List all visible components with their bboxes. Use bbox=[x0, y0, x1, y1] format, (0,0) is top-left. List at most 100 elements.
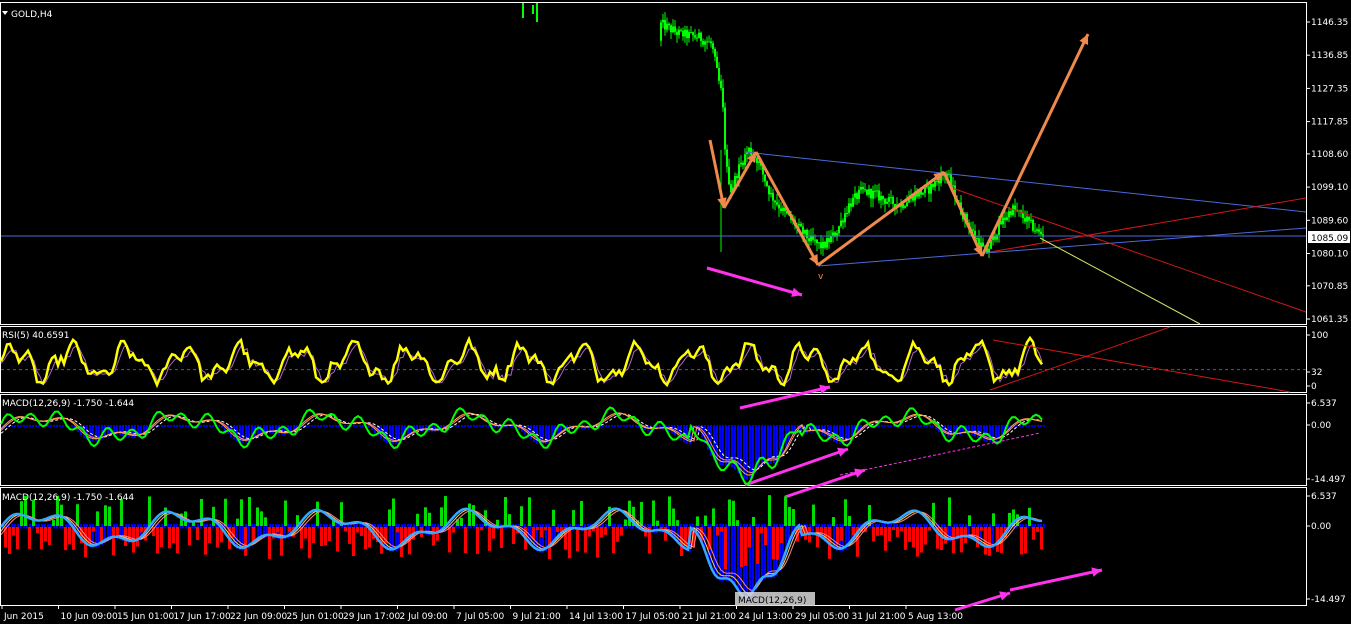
macd-hist-bar bbox=[767, 425, 769, 464]
macd2-hist-down bbox=[852, 527, 855, 536]
candle-body bbox=[764, 174, 766, 182]
time-tick-label: 17 Jun 17:00 bbox=[174, 612, 231, 622]
candle-body bbox=[952, 185, 954, 187]
rsi-title: RSI(5) 40.6591 bbox=[2, 331, 69, 341]
macd2-hist-up bbox=[520, 506, 523, 526]
candle-body bbox=[672, 26, 674, 33]
macd2-hist-up bbox=[844, 499, 847, 526]
macd-hist-bar bbox=[482, 425, 484, 427]
time-tick-label: 2 Jul 09:00 bbox=[400, 612, 449, 622]
macd-hist-bar bbox=[23, 425, 25, 427]
macd-hist-bar bbox=[950, 425, 952, 437]
candle-body bbox=[874, 190, 876, 192]
macd2-hist-down bbox=[760, 527, 763, 534]
macd-panel[interactable] bbox=[0, 406, 1045, 499]
candle-body bbox=[890, 197, 892, 199]
macd2-hist-down bbox=[320, 527, 323, 547]
time-tick-label: 9 Jul 21:00 bbox=[513, 612, 562, 622]
candle-body bbox=[1006, 217, 1008, 221]
candle-body bbox=[780, 208, 782, 212]
divergence-arrow-price bbox=[706, 266, 803, 297]
macd2-hist-down bbox=[988, 527, 991, 556]
macd-hist-bar bbox=[170, 425, 172, 427]
candle-body bbox=[860, 187, 862, 190]
macd2-hist-down bbox=[596, 527, 599, 558]
macd2-hist-down bbox=[716, 527, 719, 536]
macd2-hist-up bbox=[52, 520, 55, 526]
macd2-hist-down bbox=[820, 527, 823, 534]
candle-body bbox=[720, 80, 722, 88]
macd2-hist-down bbox=[204, 527, 207, 555]
macd2-hist-up bbox=[240, 499, 243, 526]
macd2-hist-down bbox=[604, 527, 607, 535]
macd2-hist-up bbox=[788, 506, 791, 526]
macd2-hist-down bbox=[500, 527, 503, 548]
macd-histogram-panel[interactable] bbox=[0, 495, 1103, 612]
macd-hist-bar bbox=[362, 425, 364, 427]
macd-hist-bar bbox=[947, 425, 949, 437]
candle-body bbox=[1028, 216, 1030, 221]
divergence-arrow-macd-2-line bbox=[784, 468, 866, 499]
price-panel[interactable]: v bbox=[1, 3, 1307, 325]
macd-hist-bar bbox=[743, 425, 745, 479]
macd-hist-bar bbox=[209, 425, 211, 427]
macd-hist-bar bbox=[479, 425, 481, 427]
macd2-hist-up bbox=[728, 499, 731, 526]
macd2-hist-down bbox=[396, 527, 399, 533]
macd2-hist-up bbox=[496, 519, 499, 526]
macd-hist-bar bbox=[680, 425, 682, 441]
divergence-arrow-macd2 bbox=[1009, 567, 1103, 592]
macd2-hist-down bbox=[172, 527, 175, 544]
macd2-hist-up bbox=[96, 511, 99, 526]
tooltip-text: MACD(12,26,9) bbox=[738, 596, 806, 606]
macd-hist-bar bbox=[461, 425, 463, 427]
rsi-panel[interactable] bbox=[0, 326, 1306, 410]
macd2-hist-down bbox=[140, 527, 143, 533]
macd2-hist-down bbox=[324, 527, 327, 546]
macd2-hist-down bbox=[488, 527, 491, 551]
candle-body bbox=[906, 202, 908, 207]
macd2-hist-up bbox=[736, 520, 739, 526]
candle-body bbox=[700, 32, 702, 42]
macd-hist-bar bbox=[332, 425, 334, 427]
macd2-hist-down bbox=[208, 527, 211, 544]
candle-body bbox=[884, 199, 886, 204]
macd-hist-bar bbox=[464, 425, 466, 427]
macd-hist-bar bbox=[470, 425, 472, 427]
macd-hist-bar bbox=[56, 425, 58, 427]
macd2-hist-down bbox=[536, 527, 539, 531]
price-tick-label: 1061.35 bbox=[1311, 315, 1348, 325]
macd2-hist-down bbox=[36, 527, 39, 533]
macd2-hist-up bbox=[32, 499, 35, 526]
macd-title: MACD(12,26,9) -1.750 -1.644 bbox=[2, 399, 134, 409]
macd2-hist-down bbox=[600, 527, 603, 538]
candle-body bbox=[876, 190, 878, 192]
macd2-hist-down bbox=[540, 527, 543, 538]
rsi-line bbox=[0, 335, 1044, 389]
macd-hist-bar bbox=[458, 425, 460, 427]
macd-hist-bar bbox=[914, 425, 916, 427]
macd-hist-bar bbox=[884, 425, 886, 427]
candle-body bbox=[888, 197, 890, 202]
macd2-hist-blue bbox=[734, 524, 736, 587]
macd2-hist-up bbox=[732, 500, 735, 526]
macd-hist-bar bbox=[911, 425, 913, 427]
macd2-hist-up bbox=[76, 504, 79, 526]
candle-body bbox=[744, 154, 746, 165]
macd2-hist-up bbox=[248, 496, 251, 526]
macd-hist-bar bbox=[878, 425, 880, 427]
candle-body bbox=[692, 32, 694, 36]
candle-body bbox=[706, 41, 708, 43]
macd-hist-bar bbox=[200, 425, 202, 427]
candle-body bbox=[740, 162, 742, 165]
rsi-tick-label: 100 bbox=[1311, 331, 1328, 341]
low-marker: v bbox=[818, 272, 824, 282]
macd2-hist-up bbox=[416, 513, 419, 526]
candle-body bbox=[930, 183, 932, 194]
candle-body bbox=[818, 242, 820, 244]
orange-wave-arrow bbox=[980, 33, 1090, 257]
chart-menu-triangle-icon[interactable] bbox=[2, 11, 8, 15]
candle-body bbox=[922, 192, 924, 195]
macd-hist-bar bbox=[356, 425, 358, 427]
macd-hist-bar bbox=[17, 425, 19, 427]
